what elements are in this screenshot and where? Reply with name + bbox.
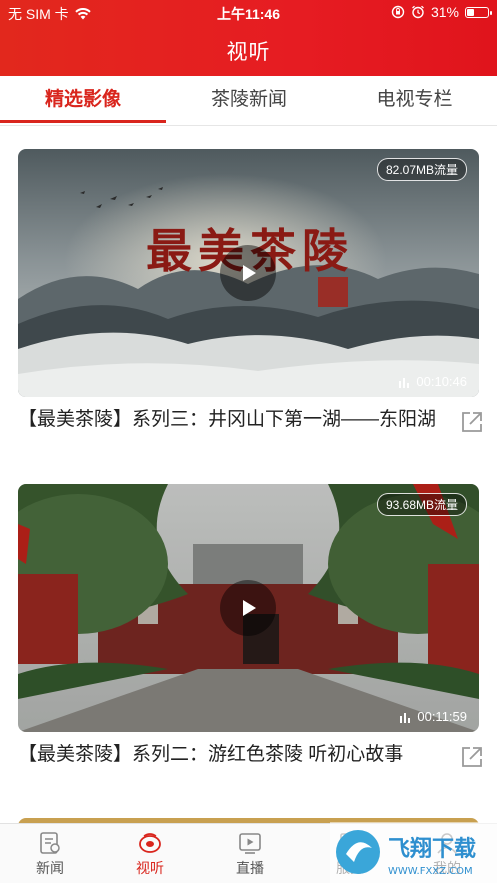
battery-icon — [465, 6, 492, 18]
video-card[interactable]: 最美茶陵 82.07MB流量 00:10:46 【最美茶陵】系列三：井冈山下第一… — [18, 149, 482, 432]
video-duration: 00:11:59 — [399, 709, 467, 724]
traffic-badge: 82.07MB流量 — [376, 158, 467, 181]
svg-text:WWW.FXXZ.COM: WWW.FXXZ.COM — [388, 866, 473, 877]
status-bar: 无 SIM 卡 上午11:46 31% — [0, 0, 497, 26]
news-icon — [40, 832, 60, 854]
video-title[interactable]: 【最美茶陵】系列二：游红色茶陵 听初心故事 — [18, 740, 438, 769]
video-thumbnail[interactable]: 最美茶陵 82.07MB流量 00:10:46 — [18, 149, 479, 397]
nav-label: 视听 — [136, 860, 164, 876]
svg-text:飞翔下载: 飞翔下载 — [388, 836, 476, 862]
alarm-icon — [411, 5, 425, 19]
nav-label: 直播 — [236, 860, 264, 876]
app-screen: 无 SIM 卡 上午11:46 31% 视听 精选影像 茶陵新闻 电视专栏 最美… — [0, 0, 497, 883]
video-title[interactable]: 【最美茶陵】系列三：井冈山下第一湖——东阳湖 — [18, 405, 438, 434]
nav-item-news[interactable]: 新闻 — [0, 830, 100, 878]
nav-item-live[interactable]: 直播 — [200, 830, 300, 878]
signal-bars-icon — [399, 377, 410, 388]
tab-chaling-news[interactable]: 茶陵新闻 — [166, 76, 332, 126]
live-icon — [239, 833, 261, 854]
video-thumbnail[interactable]: 93.68MB流量 00:11:59 — [18, 484, 479, 732]
play-button[interactable] — [220, 580, 276, 636]
orientation-lock-icon — [391, 5, 405, 19]
battery-percent: 31% — [430, 4, 459, 20]
duration-text: 00:11:59 — [417, 709, 467, 724]
video-card[interactable]: 93.68MB流量 00:11:59 【最美茶陵】系列二：游红色茶陵 听初心故事 — [18, 484, 482, 767]
battery-fill — [467, 8, 474, 16]
header: 无 SIM 卡 上午11:46 31% 视听 — [0, 0, 497, 76]
play-button[interactable] — [220, 245, 276, 301]
tab-tv-column[interactable]: 电视专栏 — [332, 76, 497, 126]
video-duration: 00:10:46 — [398, 374, 467, 389]
duration-text: 00:10:46 — [416, 374, 467, 389]
share-icon[interactable] — [459, 744, 485, 770]
page-title: 视听 — [226, 41, 271, 64]
category-tabs: 精选影像 茶陵新闻 电视专栏 — [0, 76, 497, 126]
play-icon — [243, 265, 256, 281]
active-tab-indicator — [0, 120, 166, 123]
signal-bars-icon — [400, 712, 411, 723]
traffic-badge: 93.68MB流量 — [376, 493, 467, 516]
play-icon — [243, 600, 256, 616]
share-icon[interactable] — [459, 409, 485, 435]
tab-featured-video[interactable]: 精选影像 — [0, 76, 166, 126]
watermark-logo: 飞翔下载 WWW.FXXZ.COM — [330, 822, 497, 883]
video-icon — [139, 833, 161, 853]
status-right: 31% — [391, 4, 492, 20]
nav-item-video[interactable]: 视听 — [100, 830, 200, 878]
nav-label: 新闻 — [36, 860, 64, 876]
